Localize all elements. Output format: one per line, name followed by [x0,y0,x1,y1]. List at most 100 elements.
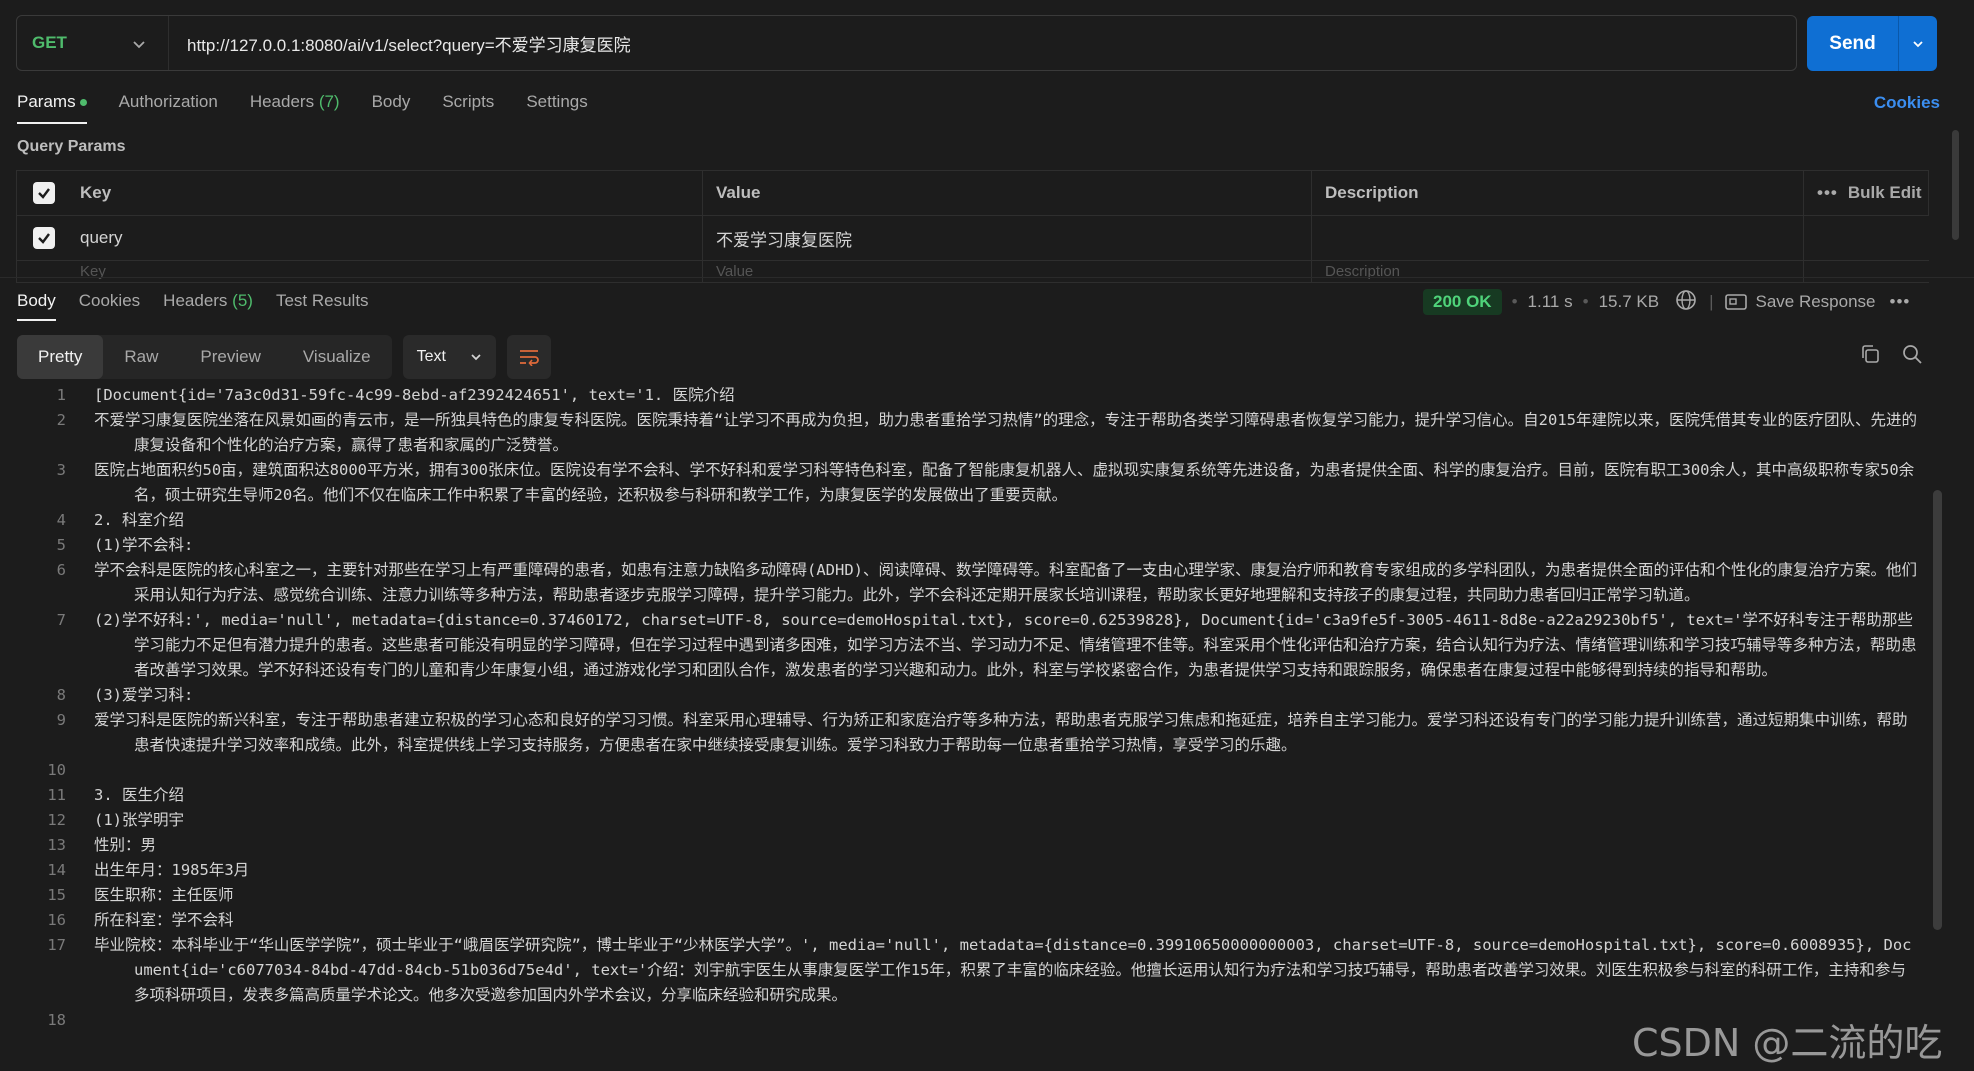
param-description[interactable] [1312,216,1804,260]
code-line: 12 (1)张学明宇 [0,808,1930,833]
bulk-edit-button[interactable]: ••• Bulk Edit [1804,171,1929,215]
code-line: 17 毕业院校：本科毕业于“华山医学学院”，硕士毕业于“峨眉医学研究院”，博士毕业… [0,933,1930,1008]
response-tabs: Body Cookies Headers (5) Test Results [17,291,392,321]
code-line: 6 学不会科是医院的核心科室之一，主要针对那些在学习上有严重障碍的患者，如患有注意… [0,558,1930,608]
table-row-empty: Key Value Description [16,261,1929,283]
line-number: 13 [47,836,66,854]
response-time[interactable]: 1.11 s [1528,292,1573,312]
check-icon [37,233,50,244]
description-placeholder[interactable]: Description [1312,261,1804,282]
response-size[interactable]: 15.7 KB [1599,292,1660,312]
globe-icon[interactable] [1675,289,1697,316]
line-text [66,1008,144,1033]
wrap-lines-button[interactable] [506,335,551,379]
save-response-button[interactable]: Save Response [1725,292,1876,312]
tab-response-body[interactable]: Body [17,291,56,321]
row-checkbox[interactable] [16,216,70,260]
code-line: 7 (2)学不好科:', media='null', metadata={dist… [0,608,1930,683]
status-badge[interactable]: 200 OK [1423,289,1502,315]
line-text: 所在科室：学不会科 [94,911,234,929]
tab-params[interactable]: Params [17,92,87,124]
line-text: (1)张学明宇 [94,811,184,829]
method-select[interactable]: GET [17,16,169,70]
cookies-link[interactable]: Cookies [1874,93,1940,113]
line-number: 12 [47,811,66,829]
code-line: 3 医院占地面积约50亩，建筑面积达8000平方米，拥有300张床位。医院设有学不… [0,458,1930,508]
view-preview[interactable]: Preview [179,335,281,379]
response-body-code[interactable]: 1 [Document{id='7a3c0d31-59fc-4c99-8ebd-a… [0,383,1930,1071]
tab-scripts[interactable]: Scripts [442,92,494,124]
value-placeholder[interactable]: Value [703,261,1312,282]
table-header-row: Key Value Description ••• Bulk Edit [16,171,1929,216]
code-line: 16 所在科室：学不会科 [0,908,1930,933]
params-scrollbar[interactable] [1952,130,1959,240]
send-options-button[interactable] [1899,16,1937,71]
line-number: 2 [56,411,66,429]
line-number: 6 [56,561,66,579]
view-toolbar: Pretty Raw Preview Visualize Text [17,335,551,379]
line-text: [Document{id='7a3c0d31-59fc-4c99-8ebd-af… [94,386,735,404]
code-line: 9 爱学习科是医院的新兴科室，专注于帮助患者建立积极的学习心态和良好的学习习惯。科… [0,708,1930,758]
save-icon [1725,294,1748,310]
url-bar: GET http://127.0.0.1:8080/ai/v1/select?q… [16,15,1797,71]
line-text: 不爱学习康复医院坐落在风景如画的青云市，是一所独具特色的康复专科医院。医院秉持着… [94,411,1917,454]
chevron-down-icon [1913,40,1923,47]
params-active-dot [79,99,87,107]
line-number: 11 [47,786,66,804]
key-placeholder[interactable]: Key [70,261,703,282]
line-text: 3. 医生介绍 [94,786,184,804]
format-select[interactable]: Text [402,335,496,379]
copy-icon[interactable] [1860,344,1880,369]
line-number: 7 [56,611,66,629]
body-scrollbar[interactable] [1930,385,1944,1065]
tab-authorization[interactable]: Authorization [119,92,218,124]
select-all-checkbox[interactable] [16,171,70,215]
line-number: 10 [47,761,66,779]
code-line: 13 性别：男 [0,833,1930,858]
tab-response-headers[interactable]: Headers (5) [163,291,253,321]
url-input[interactable]: http://127.0.0.1:8080/ai/v1/select?query… [169,31,631,56]
column-description: Description [1312,171,1804,215]
column-key: Key [70,171,703,215]
pane-divider[interactable] [0,277,1974,278]
tab-headers[interactable]: Headers (7) [250,92,340,124]
chevron-down-icon [133,41,145,49]
line-text: 毕业院校：本科毕业于“华山医学学院”，硕士毕业于“峨眉医学研究院”，博士毕业于“… [94,936,1912,1004]
line-number: 5 [56,536,66,554]
send-group: Send [1807,16,1937,71]
param-key[interactable]: query [70,216,703,260]
view-raw[interactable]: Raw [103,335,179,379]
search-icon[interactable] [1902,344,1922,369]
column-value: Value [703,171,1312,215]
line-number: 3 [56,461,66,479]
method-label: GET [32,33,67,52]
view-visualize[interactable]: Visualize [282,335,392,379]
code-line: 11 3. 医生介绍 [0,783,1930,808]
line-text: 医生职称：主任医师 [94,886,234,904]
line-number: 1 [56,386,66,404]
line-number: 4 [56,511,66,529]
param-value[interactable]: 不爱学习康复医院 [703,216,1312,260]
line-text: 爱学习科是医院的新兴科室，专注于帮助患者建立积极的学习心态和良好的学习习惯。科室… [94,711,1908,754]
tab-body[interactable]: Body [372,92,411,124]
scrollbar-thumb[interactable] [1933,490,1942,930]
send-button[interactable]: Send [1807,16,1899,71]
code-line: 15 医生职称：主任医师 [0,883,1930,908]
check-icon [37,188,50,199]
query-params-table: Key Value Description ••• Bulk Edit quer… [16,170,1929,283]
chevron-down-icon [471,354,481,361]
line-text: 出生年月：1985年3月 [94,861,250,879]
table-row: query 不爱学习康复医院 [16,216,1929,261]
line-text: (2)学不好科:', media='null', metadata={dista… [94,611,1917,679]
line-text: 医院占地面积约50亩，建筑面积达8000平方米，拥有300张床位。医院设有学不会… [94,461,1915,504]
view-pretty[interactable]: Pretty [17,335,104,379]
tab-test-results[interactable]: Test Results [276,291,369,321]
tab-response-cookies[interactable]: Cookies [79,291,140,321]
response-meta: 200 OK • 1.11 s • 15.7 KB | Save Respons… [1423,288,1910,316]
code-line: 5 (1)学不会科: [0,533,1930,558]
more-options-icon[interactable]: ••• [1890,292,1911,312]
line-text [66,758,144,783]
line-number: 9 [56,711,66,729]
tab-settings[interactable]: Settings [526,92,587,124]
line-text: 学不会科是医院的核心科室之一，主要针对那些在学习上有严重障碍的患者，如患有注意力… [94,561,1917,604]
